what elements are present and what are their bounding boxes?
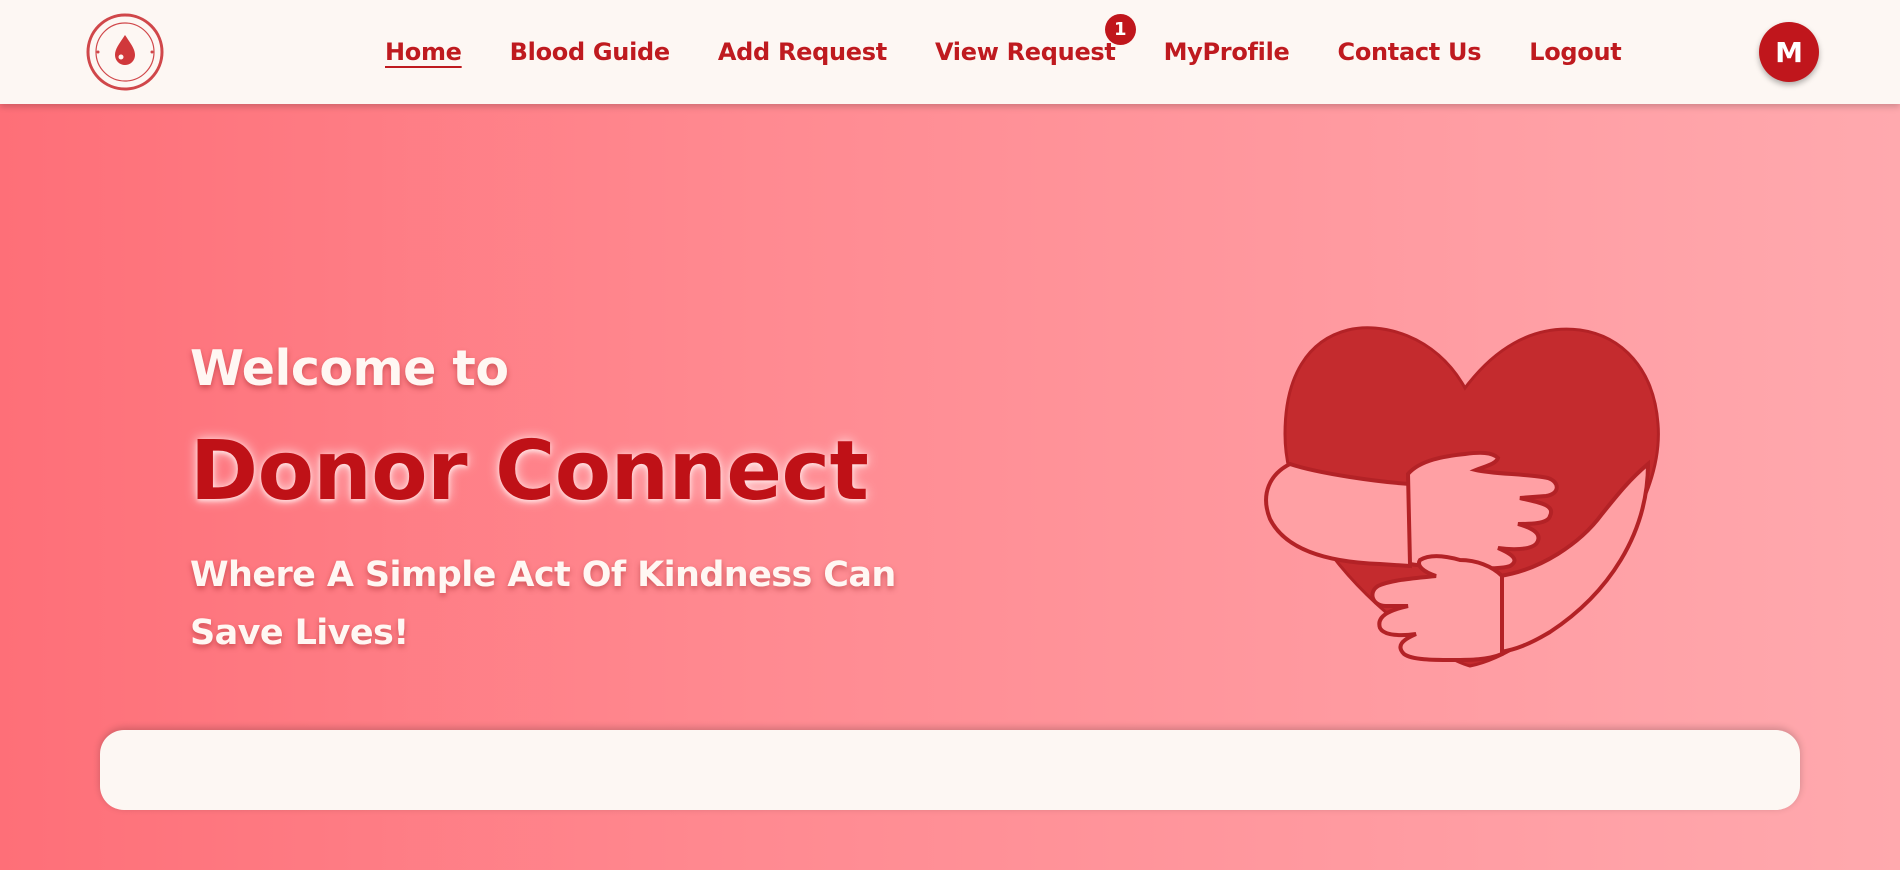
nav-add-request-link[interactable]: Add Request: [718, 38, 887, 66]
nav-contact-us-link[interactable]: Contact Us: [1338, 38, 1482, 66]
nav-home-link[interactable]: Home: [385, 38, 462, 66]
nav-blood-guide-link[interactable]: Blood Guide: [510, 38, 671, 66]
notification-badge: 1: [1104, 14, 1136, 45]
nav-myprofile-link[interactable]: MyProfile: [1164, 38, 1290, 66]
hero-welcome-text: Welcome to: [190, 340, 509, 397]
hero-brand-title: Donor Connect: [190, 424, 869, 519]
content-card: [100, 730, 1800, 810]
nav-view-request-link[interactable]: View Request 1: [934, 14, 1136, 66]
user-avatar[interactable]: M: [1759, 22, 1819, 82]
nav-logout-link[interactable]: Logout: [1529, 38, 1622, 66]
nav-view-request-label: View Request: [934, 38, 1116, 66]
hero-tagline: Where A Simple Act Of Kindness Can Save …: [190, 555, 896, 653]
main-nav: Home Blood Guide Add Request View Reques…: [385, 0, 1669, 104]
top-navbar: Home Blood Guide Add Request View Reques…: [0, 0, 1900, 104]
heart-hug-icon: [1230, 314, 1700, 684]
logo-icon[interactable]: [86, 13, 164, 91]
